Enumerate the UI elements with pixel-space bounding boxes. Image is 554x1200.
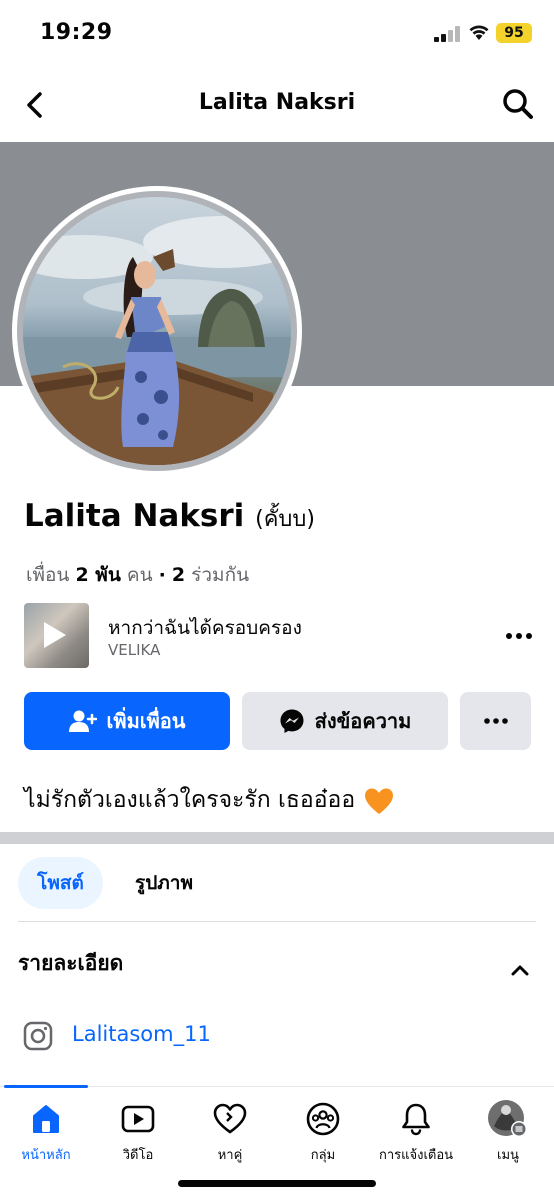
add-friend-label: เพิ่มเพื่อน bbox=[106, 709, 186, 733]
profile-music[interactable]: หากว่าฉันได้ครอบครอง VELIKA bbox=[24, 603, 534, 669]
chevron-up-icon bbox=[511, 965, 529, 976]
friends-unit: คน bbox=[126, 564, 153, 586]
friends-separator: · bbox=[158, 564, 166, 586]
profile-picture[interactable] bbox=[12, 186, 302, 476]
nav-menu-label: เมนู bbox=[497, 1148, 519, 1163]
music-more-button[interactable] bbox=[504, 621, 534, 651]
menu-avatar-icon bbox=[488, 1100, 527, 1137]
groups-icon bbox=[306, 1102, 340, 1136]
details-collapse-button[interactable] bbox=[508, 958, 532, 982]
nav-home-label: หน้าหลัก bbox=[21, 1148, 71, 1163]
nav-video[interactable]: วิดีโอ bbox=[92, 1099, 184, 1165]
mutual-label: ร่วมกัน bbox=[191, 564, 250, 586]
profile-photo-illustration bbox=[23, 216, 291, 465]
nav-notifications[interactable]: การแจ้งเตือน bbox=[369, 1099, 463, 1165]
nav-notifications-label: การแจ้งเตือน bbox=[378, 1148, 454, 1163]
nav-dating-label: หาคู่ bbox=[217, 1148, 243, 1163]
play-icon bbox=[44, 622, 66, 648]
add-friend-button[interactable]: เพิ่มเพื่อน bbox=[24, 692, 230, 750]
nav-groups[interactable]: กลุ่ม bbox=[277, 1099, 369, 1165]
status-time: 19:29 bbox=[40, 20, 113, 45]
details-heading: รายละเอียด bbox=[18, 951, 124, 975]
message-button[interactable]: ส่งข้อความ bbox=[242, 692, 448, 750]
battery-indicator: 95 bbox=[496, 23, 532, 43]
page-title: Lalita Naksri bbox=[198, 90, 356, 115]
friends-prefix: เพื่อน bbox=[26, 564, 70, 586]
profile-alternate-name: (คั้บบ) bbox=[255, 507, 315, 532]
instagram-row: Lalitasom_11 bbox=[22, 1018, 522, 1054]
bio-text: ไม่รักตัวเองแล้วใครจะรัก เธออ๋ออ bbox=[24, 787, 356, 813]
active-tab-indicator bbox=[4, 1085, 88, 1088]
search-icon bbox=[503, 89, 533, 119]
wifi-icon bbox=[469, 25, 489, 40]
profile-header: Lalita Naksri bbox=[0, 70, 554, 140]
friends-summary[interactable]: เพื่อน 2 พัน คน · 2 ร่วมกัน bbox=[26, 560, 249, 590]
music-title: หากว่าฉันได้ครอบครอง bbox=[108, 617, 302, 639]
profile-name: Lalita Naksri (คั้บบ) bbox=[24, 498, 315, 536]
tabs-divider bbox=[18, 921, 536, 922]
home-icon bbox=[33, 1105, 59, 1133]
friends-count: 2 พัน bbox=[75, 564, 121, 586]
instagram-icon bbox=[23, 1021, 53, 1051]
status-bar: 19:29 95 bbox=[0, 0, 554, 70]
mutual-count: 2 bbox=[171, 564, 186, 586]
add-friend-icon bbox=[68, 709, 97, 733]
more-horizontal-icon bbox=[506, 633, 532, 639]
profile-name-text: Lalita Naksri bbox=[24, 498, 245, 534]
profile-more-button[interactable] bbox=[460, 692, 531, 750]
profile-bio: ไม่รักตัวเองแล้วใครจะรัก เธออ๋ออ bbox=[24, 782, 394, 818]
tab-photos[interactable]: รูปภาพ bbox=[116, 857, 212, 909]
orange-heart-icon bbox=[365, 788, 394, 814]
tab-posts[interactable]: โพสต์ bbox=[18, 857, 103, 909]
nav-video-label: วิดีโอ bbox=[122, 1148, 154, 1163]
bell-icon bbox=[402, 1103, 430, 1136]
messenger-icon bbox=[279, 708, 305, 734]
profile-photo-image bbox=[23, 197, 291, 465]
video-icon bbox=[121, 1105, 155, 1133]
nav-dating[interactable]: หาคู่ bbox=[184, 1099, 276, 1165]
cellular-signal-icon bbox=[434, 26, 460, 42]
music-artist: VELIKA bbox=[108, 641, 161, 659]
more-horizontal-icon bbox=[483, 718, 508, 724]
message-label: ส่งข้อความ bbox=[314, 709, 412, 733]
section-divider bbox=[0, 832, 554, 844]
nav-home[interactable]: หน้าหลัก bbox=[0, 1099, 92, 1165]
home-indicator bbox=[178, 1180, 376, 1187]
nav-groups-label: กลุ่ม bbox=[310, 1148, 336, 1163]
search-button[interactable] bbox=[500, 86, 536, 122]
nav-menu[interactable]: เมนู bbox=[462, 1099, 554, 1165]
music-thumbnail[interactable] bbox=[24, 603, 89, 668]
instagram-link[interactable]: Lalitasom_11 bbox=[72, 1022, 211, 1046]
dating-heart-icon bbox=[213, 1103, 247, 1134]
